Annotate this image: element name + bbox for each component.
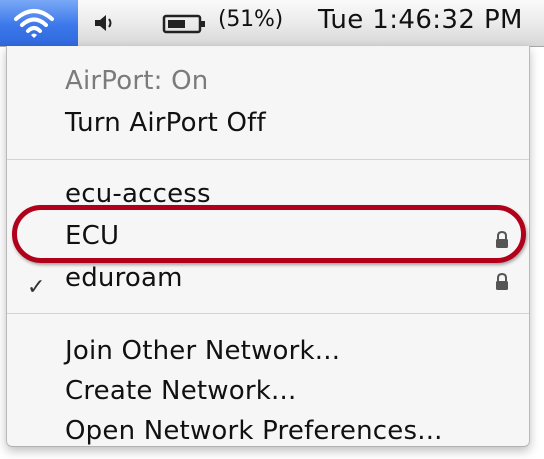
lock-icon — [496, 272, 508, 290]
speaker-icon[interactable] — [92, 12, 118, 34]
wifi-icon — [14, 9, 54, 38]
battery-percentage: (51%) — [218, 7, 284, 32]
join-other-network-item[interactable]: Join Other Network... — [65, 336, 340, 366]
create-network-item[interactable]: Create Network... — [65, 376, 296, 406]
menubar-clock[interactable]: Tue 1:46:32 PM — [318, 5, 523, 35]
turn-airport-off-item[interactable]: Turn AirPort Off — [65, 108, 266, 138]
airport-status: AirPort: On — [65, 66, 209, 96]
checkmark-icon: ✓ — [27, 275, 46, 300]
menu-bar: (51%) Tue 1:46:32 PM — [0, 0, 544, 47]
menu-separator — [7, 313, 529, 314]
network-item-eduroam[interactable]: eduroam — [65, 263, 183, 293]
menu-separator — [7, 159, 529, 160]
open-network-preferences-item[interactable]: Open Network Preferences... — [65, 416, 443, 446]
highlight-annotation-oval — [12, 205, 526, 263]
wifi-menu-extra[interactable] — [0, 0, 78, 46]
battery-icon[interactable] — [162, 13, 208, 35]
